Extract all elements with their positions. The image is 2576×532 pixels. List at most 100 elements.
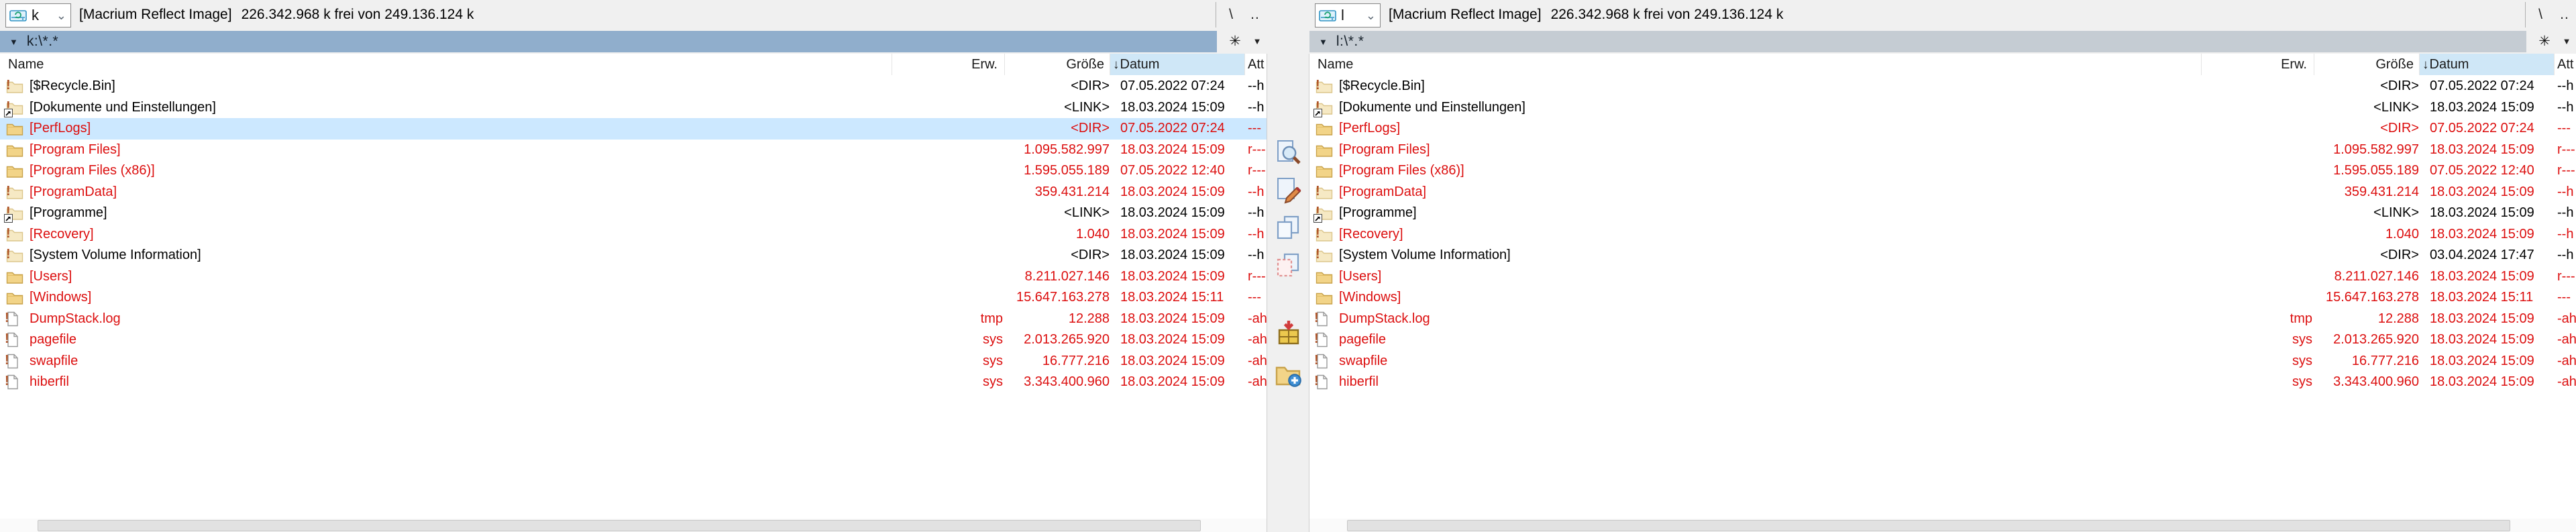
scrollbar-thumb[interactable] <box>1347 520 2510 531</box>
file-row[interactable]: ! [Recovery] 1.040 18.03.2024 15:09 --h <box>0 224 1267 246</box>
drive-selector[interactable]: k ⌄ <box>5 3 71 28</box>
move-button[interactable] <box>1274 251 1302 279</box>
copy-button[interactable] <box>1274 213 1302 242</box>
hidden-link-folder-icon: ! <box>4 99 23 117</box>
file-row[interactable]: ! DumpStack.log tmp 12.288 18.03.2024 15:09-… <box>1309 309 2576 330</box>
drive-selector[interactable]: l ⌄ <box>1315 3 1381 28</box>
drive-icon <box>9 8 27 23</box>
file-row[interactable]: ! swapfile sys 16.777.216 18.03.2024 15:09 -a… <box>1309 351 2576 372</box>
sort-desc-icon: ↓ <box>1113 58 1120 72</box>
file-date: 18.03.2024 15:09 <box>1120 374 1225 389</box>
file-date: 18.03.2024 15:09 <box>2430 332 2534 347</box>
folder-icon <box>1316 269 1333 284</box>
file-date: 18.03.2024 15:09 <box>2430 268 2534 284</box>
column-header-name[interactable]: Name <box>0 54 892 75</box>
column-header-label: Größe <box>2375 57 2414 72</box>
volume-label: [Macrium Reflect Image] <box>1389 7 1542 22</box>
file-row[interactable]: ! pagefile sys 2.013.265.920 18.03.2024 15:0… <box>1309 329 2576 351</box>
path-dropdown-icon[interactable]: ▼ <box>1319 37 1328 47</box>
hidden-mark-icon: ! <box>6 247 11 262</box>
file-row[interactable]: ! [ProgramData] 359.431.214 18.03.2024 15:0… <box>1309 182 2576 203</box>
hidden-folder-icon: ! <box>1316 247 1333 263</box>
file-row[interactable]: [PerfLogs] <DIR> 07.05.2022 07:24 --- <box>0 118 1267 140</box>
column-header-att[interactable]: Att <box>1245 54 1267 75</box>
column-header-gre[interactable]: Größe <box>1005 54 1110 75</box>
file-row[interactable]: ! pagefile sys 2.013.265.920 18.03.2024 15:0… <box>0 329 1267 351</box>
column-header-erw[interactable]: Erw. <box>2202 54 2314 75</box>
file-size: <LINK> <box>2373 99 2419 115</box>
column-header-att[interactable]: Att <box>2555 54 2576 75</box>
folder-icon <box>6 142 23 158</box>
hidden-folder-icon: ! <box>6 78 23 94</box>
file-row[interactable]: ! [ProgramData] 359.431.214 18.03.2024 15:0… <box>0 182 1267 203</box>
file-row[interactable]: ! [Dokumente und Einstellungen] <LINK> 18.0… <box>0 97 1267 119</box>
system-file-icon: ! <box>1314 374 1333 390</box>
file-row[interactable]: ! swapfile sys 16.777.216 18.03.2024 15:09 -a… <box>0 351 1267 372</box>
system-file-icon: ! <box>5 374 23 390</box>
file-list: ! [$Recycle.Bin] <DIR> 07.05.2022 07:24 --h!… <box>0 76 1267 519</box>
system-file-icon: ! <box>1314 331 1333 348</box>
folder-icon <box>6 163 23 178</box>
path-bar[interactable]: ▼ k:\*.* <box>0 31 1217 52</box>
file-date: 18.03.2024 15:09 <box>2430 205 2534 220</box>
edit-button[interactable] <box>1274 176 1302 204</box>
path-dropdown-icon[interactable]: ▼ <box>9 37 18 47</box>
file-row[interactable]: [Windows] 15.647.163.278 18.03.2024 15:11 -… <box>1309 287 2576 309</box>
path-bar[interactable]: ▼ l:\*.* <box>1309 31 2526 52</box>
chevron-down-icon[interactable]: ⌄ <box>56 9 66 23</box>
goto-root-button[interactable]: \ <box>1220 0 1242 30</box>
goto-parent-button[interactable]: .. <box>1244 0 1267 30</box>
view-button[interactable] <box>1274 138 1302 166</box>
volume-label: [Macrium Reflect Image] <box>79 7 232 22</box>
file-size: <LINK> <box>1064 99 1110 115</box>
scrollbar-thumb[interactable] <box>38 520 1201 531</box>
system-file-icon: ! <box>1314 310 1333 327</box>
file-row[interactable]: ! [Programme] <LINK> 18.03.2024 15:09 --h <box>0 203 1267 224</box>
horizontal-scrollbar[interactable] <box>1309 519 2576 532</box>
file-row[interactable]: [Windows] 15.647.163.278 18.03.2024 15:11 -… <box>0 287 1267 309</box>
chevron-down-icon[interactable]: ⌄ <box>1366 9 1376 23</box>
file-date: 18.03.2024 15:09 <box>1120 332 1225 347</box>
history-button[interactable]: ▼ <box>1248 31 1267 52</box>
file-row[interactable]: [Program Files (x86)] 1.595.055.189 07.05.… <box>0 160 1267 182</box>
goto-parent-button[interactable]: .. <box>2553 0 2576 30</box>
file-row[interactable]: [Program Files (x86)] 1.595.055.189 07.05.… <box>1309 160 2576 182</box>
file-date: 18.03.2024 15:09 <box>1120 99 1225 115</box>
file-row[interactable]: ! [$Recycle.Bin] <DIR> 07.05.2022 07:24 --h <box>1309 76 2576 97</box>
column-header-datum[interactable]: ↓Datum <box>1110 54 1245 75</box>
favorites-button[interactable]: ✳ <box>1224 31 1246 52</box>
file-row[interactable]: [Users] 8.211.027.146 18.03.2024 15:09 r--- <box>1309 266 2576 288</box>
file-name: pagefile <box>1339 332 1387 347</box>
column-header-erw[interactable]: Erw. <box>892 54 1005 75</box>
file-size: 16.777.216 <box>1042 353 1110 368</box>
file-row[interactable]: [PerfLogs] <DIR> 07.05.2022 07:24 --- <box>1309 118 2576 140</box>
hidden-mark-icon: ! <box>1316 247 1320 262</box>
column-header-name[interactable]: Name <box>1309 54 2202 75</box>
file-row[interactable]: [Users] 8.211.027.146 18.03.2024 15:09 r--- <box>0 266 1267 288</box>
column-header-datum[interactable]: ↓Datum <box>2420 54 2555 75</box>
file-row[interactable]: ! [System Volume Information] <DIR> 03.04.2… <box>1309 245 2576 266</box>
file-row[interactable]: ! DumpStack.log tmp 12.288 18.03.2024 15:09-… <box>0 309 1267 330</box>
favorites-button[interactable]: ✳ <box>2533 31 2556 52</box>
file-row[interactable]: [Program Files] 1.095.582.997 18.03.2024 1… <box>0 140 1267 161</box>
file-row[interactable]: ! [$Recycle.Bin] <DIR> 07.05.2022 07:24 --h <box>0 76 1267 97</box>
file-row[interactable]: ! hiberfil sys 3.343.400.960 18.03.2024 15:0… <box>0 372 1267 393</box>
file-attributes: -ah <box>1248 332 1267 347</box>
new-folder-button[interactable] <box>1274 361 1302 389</box>
file-row[interactable]: ! [Programme] <LINK> 18.03.2024 15:09 --h <box>1309 203 2576 224</box>
link-overlay-icon <box>4 108 13 117</box>
history-button[interactable]: ▼ <box>2557 31 2576 52</box>
pack-button[interactable] <box>1274 319 1302 348</box>
goto-root-button[interactable]: \ <box>2529 0 2552 30</box>
file-row[interactable]: ! [System Volume Information] <DIR> 18.03.2… <box>0 245 1267 266</box>
file-name: [Users] <box>1339 268 1382 284</box>
file-row[interactable]: ! hiberfil sys 3.343.400.960 18.03.2024 15:0… <box>1309 372 2576 393</box>
column-header-gre[interactable]: Größe <box>2314 54 2420 75</box>
file-row[interactable]: ! [Dokumente und Einstellungen] <LINK> 18.0… <box>1309 97 2576 119</box>
file-date: 18.03.2024 15:09 <box>1120 268 1225 284</box>
hidden-mark-icon: ! <box>1314 310 1319 325</box>
horizontal-scrollbar[interactable] <box>0 519 1267 532</box>
file-row[interactable]: [Program Files] 1.095.582.997 18.03.2024 1… <box>1309 140 2576 161</box>
file-name: [Recovery] <box>30 226 94 242</box>
file-row[interactable]: ! [Recovery] 1.040 18.03.2024 15:09 --h <box>1309 224 2576 246</box>
